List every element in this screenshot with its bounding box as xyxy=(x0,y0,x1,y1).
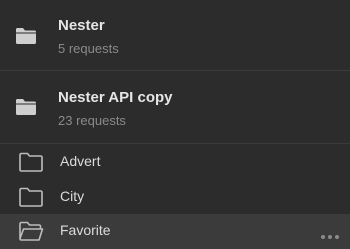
folder-filled-icon xyxy=(15,27,37,45)
collection-name: Nester API copy xyxy=(58,89,173,106)
folder-outline-icon xyxy=(18,187,44,208)
collection-request-count: 5 requests xyxy=(58,41,119,56)
folder-item-city[interactable]: City xyxy=(0,180,350,214)
folder-name: Favorite xyxy=(60,222,111,238)
folder-filled-icon xyxy=(15,98,37,116)
folder-item-favorite[interactable]: Favorite xyxy=(0,214,350,249)
folder-name: City xyxy=(60,188,85,204)
collection-item-nester[interactable]: Nester 5 requests xyxy=(0,0,350,71)
folder-outline-icon xyxy=(18,152,44,173)
collection-item-nester-api-copy[interactable]: Nester API copy 23 requests xyxy=(0,71,350,144)
collection-request-count: 23 requests xyxy=(58,113,126,128)
folder-name: Advert xyxy=(60,153,101,169)
collections-sidebar: Nester 5 requests Nester API copy 23 req… xyxy=(0,0,350,249)
more-options-icon[interactable] xyxy=(320,227,340,239)
collection-name: Nester xyxy=(58,17,105,34)
folder-item-advert[interactable]: Advert xyxy=(0,145,350,179)
folder-open-icon xyxy=(18,221,44,242)
